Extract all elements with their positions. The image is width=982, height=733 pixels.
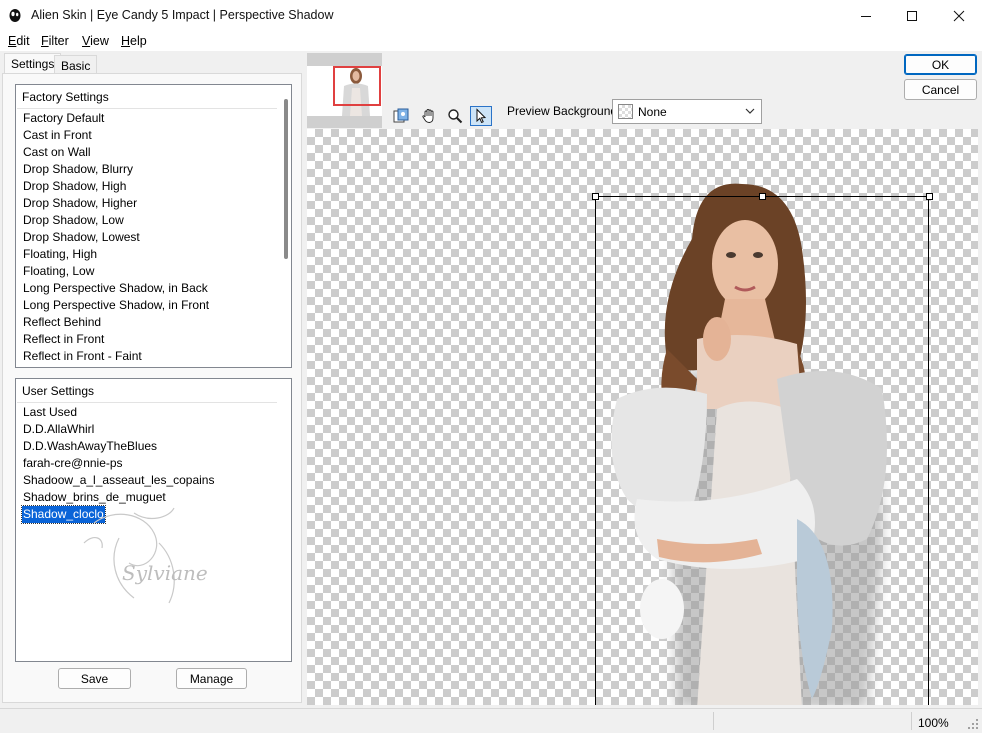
pan-tool-button[interactable] bbox=[418, 106, 440, 126]
menu-edit[interactable]: Edit bbox=[8, 34, 30, 48]
maximize-button[interactable] bbox=[889, 0, 935, 31]
close-button[interactable] bbox=[936, 0, 982, 31]
list-item[interactable]: Reflect in Front bbox=[22, 331, 105, 348]
list-divider bbox=[17, 108, 277, 109]
compare-icon bbox=[393, 108, 409, 123]
close-icon bbox=[953, 10, 965, 21]
list-item[interactable]: Drop Shadow, Blurry bbox=[22, 161, 134, 178]
user-settings-header: User Settings bbox=[22, 384, 95, 398]
list-item[interactable]: Drop Shadow, Higher bbox=[22, 195, 138, 212]
preview-compare-button[interactable] bbox=[390, 106, 412, 126]
menu-filter[interactable]: Filter bbox=[41, 34, 69, 48]
settings-tab-page: Factory Settings Factory Default Cast in … bbox=[2, 73, 302, 703]
menu-bar: Edit Filter View Help bbox=[0, 31, 982, 51]
watermark-text: Sylviane bbox=[122, 561, 208, 585]
list-item[interactable]: Long Perspective Shadow, in Front bbox=[22, 297, 210, 314]
status-divider bbox=[911, 712, 912, 730]
window-title: Alien Skin | Eye Candy 5 Impact | Perspe… bbox=[31, 8, 334, 22]
cancel-button[interactable]: Cancel bbox=[904, 79, 977, 100]
list-item[interactable]: Shadoow_a_l_asseaut_les_copains bbox=[22, 472, 215, 489]
selection-rectangle[interactable] bbox=[595, 196, 929, 705]
list-item[interactable]: Cast in Front bbox=[22, 127, 93, 144]
list-item[interactable]: Last Used bbox=[22, 404, 78, 421]
preview-background-select[interactable]: None bbox=[612, 99, 762, 124]
save-button[interactable]: Save bbox=[58, 668, 131, 689]
alien-skin-logo-icon bbox=[9, 9, 21, 22]
minimize-button[interactable] bbox=[843, 0, 889, 31]
resize-handle-top-left[interactable] bbox=[592, 193, 599, 200]
list-item[interactable]: Floating, High bbox=[22, 246, 98, 263]
list-item[interactable]: D.D.WashAwayTheBlues bbox=[22, 438, 158, 455]
hand-icon bbox=[422, 109, 434, 123]
magnifier-icon bbox=[448, 109, 463, 124]
preview-background-label: Preview Background: bbox=[507, 104, 621, 118]
list-item[interactable]: Drop Shadow, Lowest bbox=[22, 229, 141, 246]
resize-handle-top-right[interactable] bbox=[926, 193, 933, 200]
navigator-thumbnail[interactable] bbox=[307, 53, 382, 128]
arrow-pointer-icon bbox=[476, 108, 487, 124]
list-item[interactable]: farah-cre@nnie-ps bbox=[22, 455, 124, 472]
zoom-level: 100% bbox=[918, 716, 949, 730]
settings-panel: Settings Basic Factory Settings Factory … bbox=[0, 51, 306, 707]
status-divider bbox=[713, 712, 714, 730]
select-tool-button[interactable] bbox=[470, 106, 492, 126]
minimize-icon bbox=[861, 15, 871, 17]
menu-view[interactable]: View bbox=[82, 34, 109, 48]
viewport-frame[interactable] bbox=[333, 66, 381, 106]
list-item[interactable]: Cast on Wall bbox=[22, 144, 92, 161]
list-item[interactable]: Long Perspective Shadow, in Back bbox=[22, 280, 209, 297]
list-item[interactable]: D.D.AllaWhirl bbox=[22, 421, 95, 438]
manage-button[interactable]: Manage bbox=[176, 668, 247, 689]
menu-help[interactable]: Help bbox=[121, 34, 147, 48]
list-item[interactable]: Drop Shadow, High bbox=[22, 178, 127, 195]
tab-basic[interactable]: Basic bbox=[54, 55, 98, 75]
chevron-down-icon bbox=[745, 108, 755, 114]
user-settings-list[interactable]: User Settings Last Used D.D.AllaWhirl D.D.… bbox=[15, 378, 292, 662]
tab-settings[interactable]: Settings bbox=[4, 53, 62, 75]
factory-settings-header: Factory Settings bbox=[22, 90, 109, 104]
factory-list-scrollbar[interactable] bbox=[284, 99, 288, 259]
list-item[interactable]: Floating, Low bbox=[22, 263, 95, 280]
preview-canvas[interactable] bbox=[307, 129, 978, 705]
maximize-icon bbox=[907, 10, 917, 21]
list-item[interactable]: Reflect in Front - Faint bbox=[22, 348, 143, 365]
zoom-tool-button[interactable] bbox=[444, 106, 466, 126]
list-item[interactable]: Drop Shadow, Low bbox=[22, 212, 125, 229]
list-item[interactable]: Reflect Behind bbox=[22, 314, 102, 331]
ok-button[interactable]: OK bbox=[904, 54, 977, 75]
title-bar: Alien Skin | Eye Candy 5 Impact | Perspe… bbox=[0, 0, 982, 31]
transparent-swatch-icon bbox=[618, 104, 633, 119]
sylviane-watermark-logo: Sylviane bbox=[83, 507, 208, 604]
status-bar: 100% bbox=[0, 708, 982, 733]
list-divider bbox=[17, 402, 277, 403]
resize-handle-top[interactable] bbox=[759, 193, 766, 200]
resize-grip-icon[interactable] bbox=[967, 718, 979, 730]
list-item[interactable]: Factory Default bbox=[22, 110, 105, 127]
factory-settings-list[interactable]: Factory Settings Factory Default Cast in … bbox=[15, 84, 292, 368]
preview-background-value: None bbox=[638, 105, 667, 119]
